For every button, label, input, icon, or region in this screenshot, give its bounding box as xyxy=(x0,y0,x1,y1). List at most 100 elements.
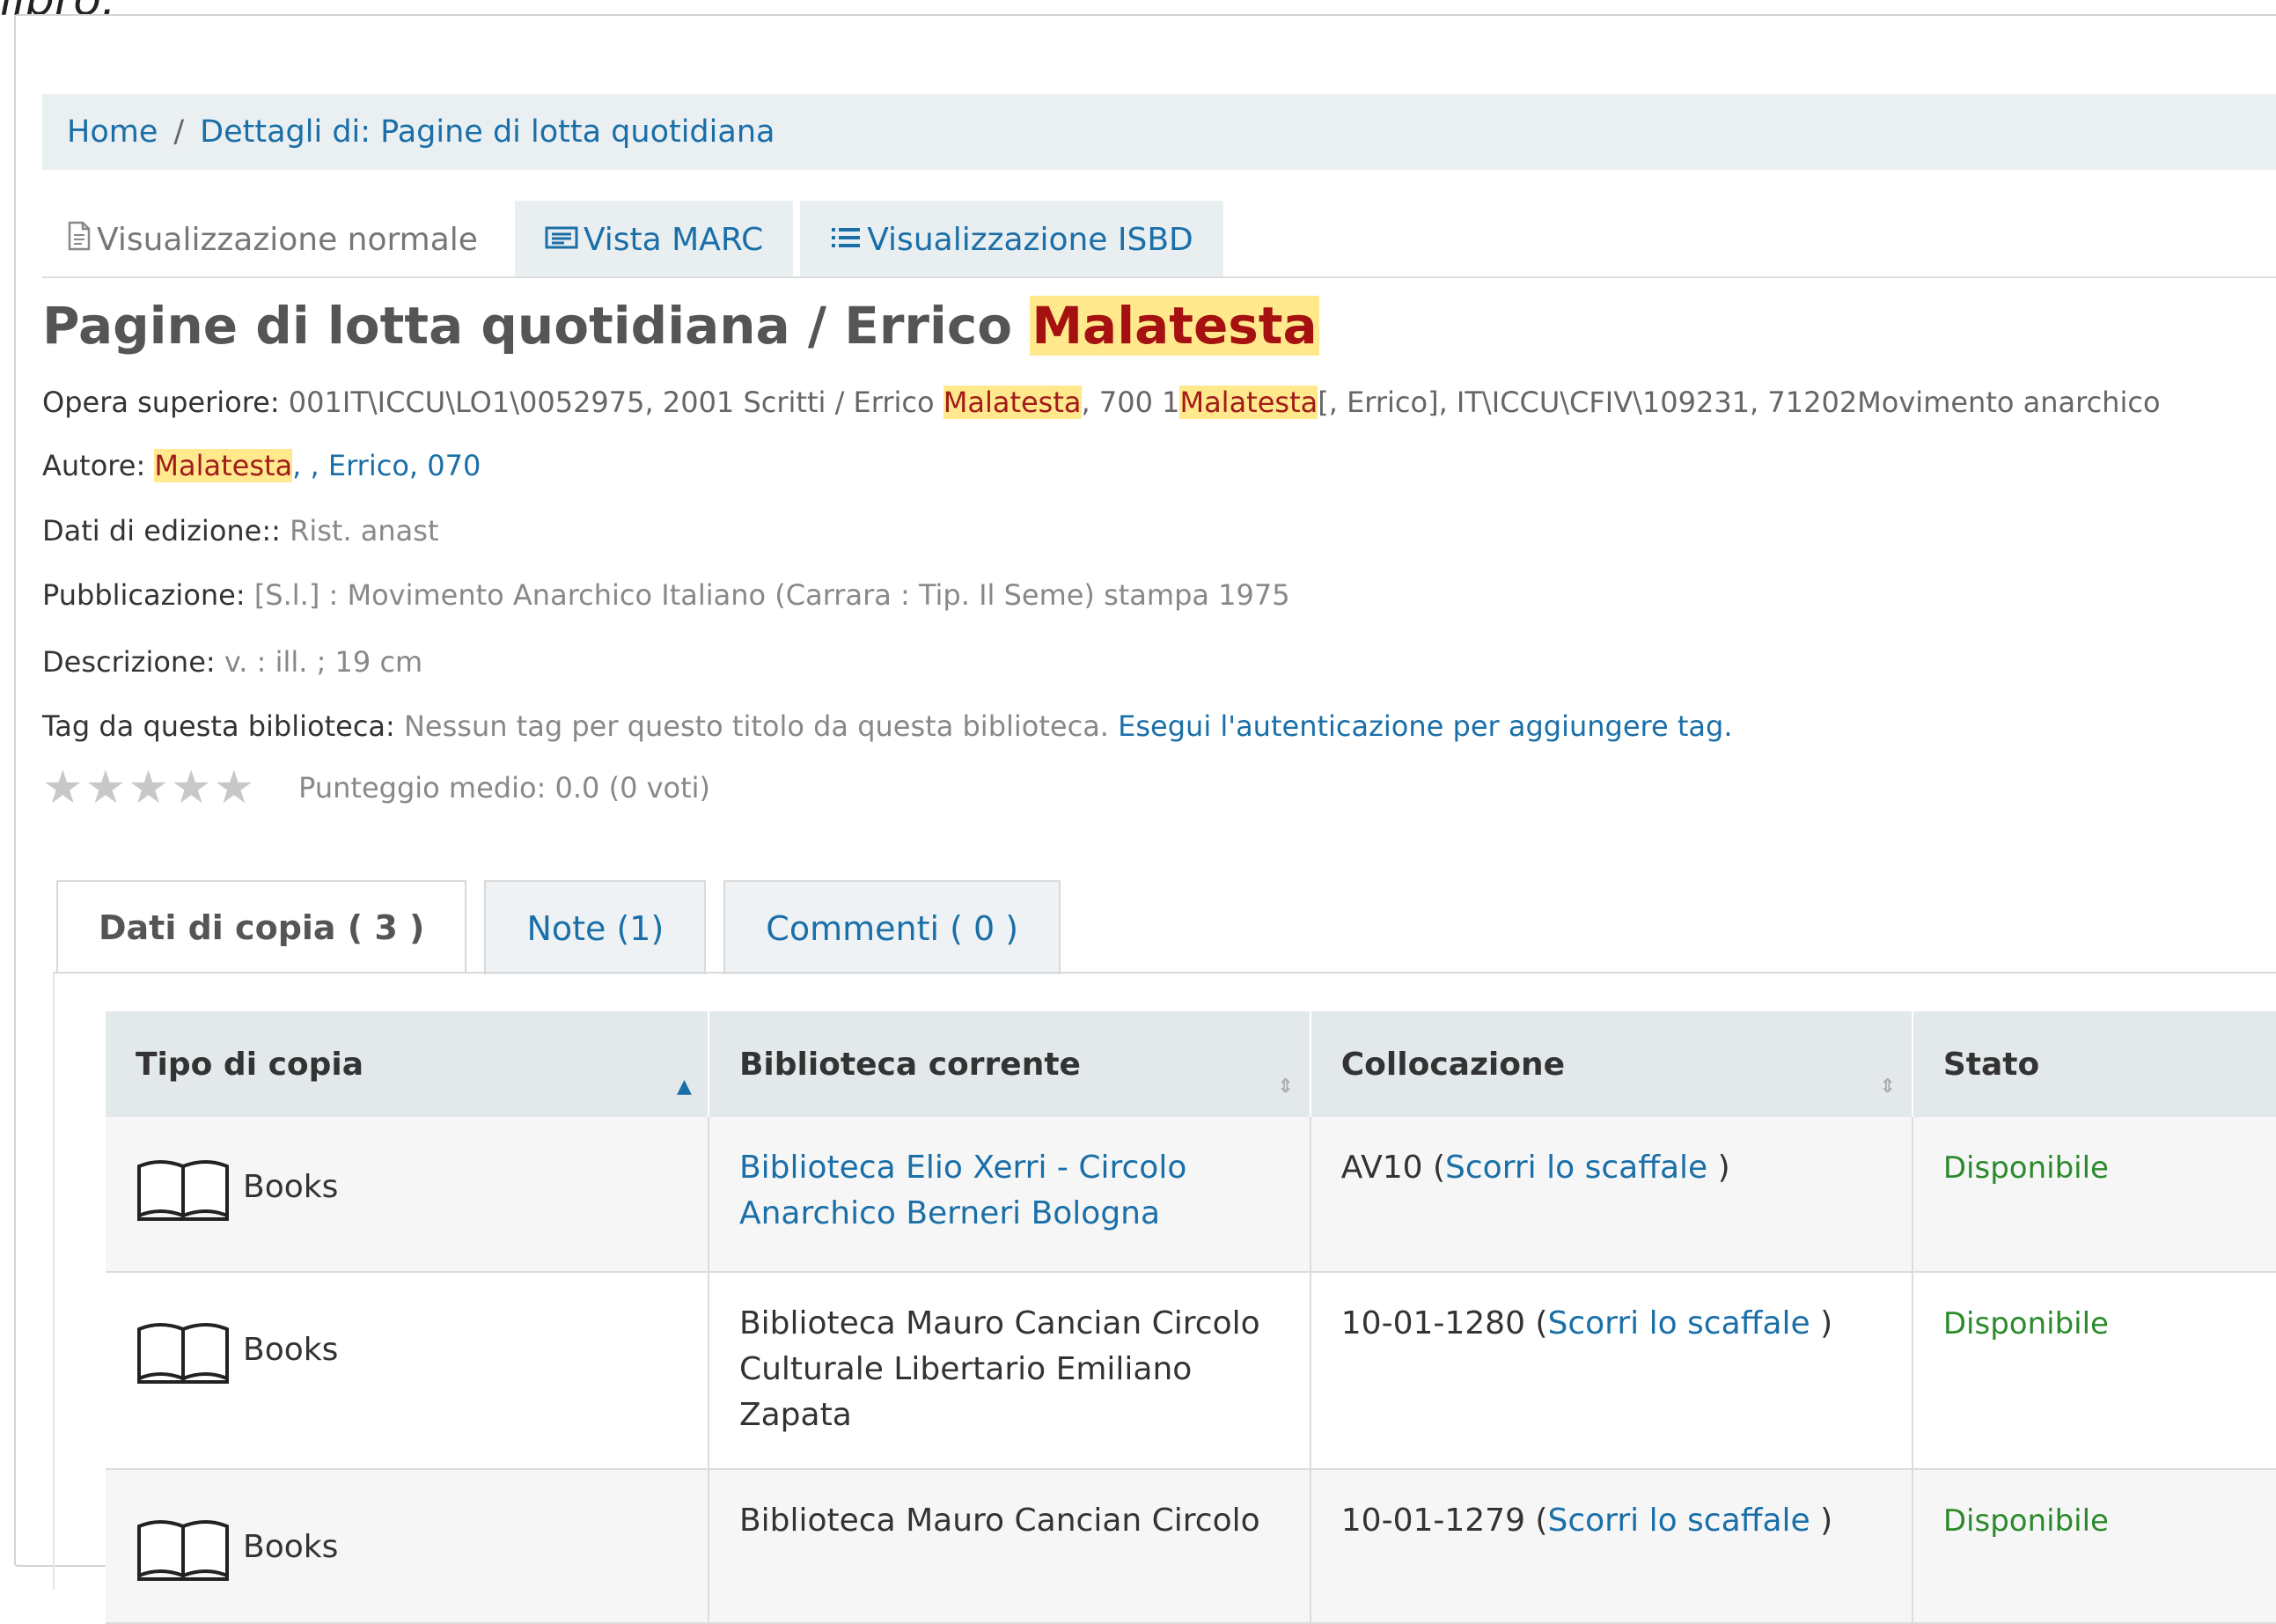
status-text: Disponibile xyxy=(1942,1503,2109,1539)
callnumber-text: AV10 xyxy=(1340,1150,1423,1186)
descrizione-label: Descrizione: xyxy=(42,645,216,679)
autore-label: Autore: xyxy=(42,449,146,482)
table-header-row: Tipo di copia ▲ Biblioteca corrente ⇕ Coll… xyxy=(106,1011,2276,1117)
column-header-library[interactable]: Biblioteca corrente ⇕ xyxy=(708,1011,1311,1117)
star-icon-4[interactable]: ★ xyxy=(171,761,212,814)
browse-shelf-link[interactable]: Scorri lo scaffale xyxy=(1547,1503,1810,1539)
breadcrumb-separator: / xyxy=(173,114,185,150)
opera-label: Opera superiore: xyxy=(42,386,280,419)
column-header-label: Collocazione xyxy=(1340,1046,1566,1083)
book-icon xyxy=(137,1323,229,1384)
library-text: Biblioteca Mauro Cancian Circolo Cultura… xyxy=(738,1305,1260,1433)
table-row: Books Biblioteca Mauro Cancian Circolo 1… xyxy=(106,1469,2276,1624)
column-header-label: Biblioteca corrente xyxy=(738,1046,1081,1083)
callnumber-cell: AV10 (Scorri lo scaffale ) xyxy=(1310,1117,1913,1273)
column-header-callnumber[interactable]: Collocazione ⇕ xyxy=(1310,1011,1913,1117)
autore-row: Autore: Malatesta, , Errico, 070 xyxy=(42,449,481,482)
library-cell: Biblioteca Elio Xerri - Circolo Anarchic… xyxy=(708,1117,1311,1273)
tag-label: Tag da questa biblioteca: xyxy=(42,709,395,743)
view-tabs: Visualizzazione normale Vista MARC Visua… xyxy=(42,201,1223,278)
tab-normal-view-label: Visualizzazione normale xyxy=(97,221,478,258)
tab-marc-view[interactable]: Vista MARC xyxy=(514,201,794,278)
holdings-table: Tipo di copia ▲ Biblioteca corrente ⇕ Coll… xyxy=(106,1011,2276,1624)
autore-highlight: Malatesta xyxy=(154,449,293,482)
library-cell: Biblioteca Mauro Cancian Circolo Cultura… xyxy=(708,1272,1311,1470)
star-icon-5[interactable]: ★ xyxy=(214,761,255,814)
tag-value: Nessun tag per questo titolo da questa b… xyxy=(394,709,1119,743)
opera-highlight-2: Malatesta xyxy=(1179,386,1318,419)
callnumber-text: 10-01-1280 xyxy=(1340,1305,1525,1341)
tab-isbd-view[interactable]: Visualizzazione ISBD xyxy=(800,201,1223,278)
tab-comments[interactable]: Commenti ( 0 ) xyxy=(723,880,1061,974)
item-type-label: Books xyxy=(243,1169,339,1205)
star-icon-2[interactable]: ★ xyxy=(85,761,127,814)
item-type-label: Books xyxy=(243,1332,339,1368)
breadcrumb-home-link[interactable]: Home xyxy=(67,114,158,150)
status-cell: Disponibile xyxy=(1912,1469,2276,1624)
breadcrumb: Home / Dettagli di: Pagine di lotta quot… xyxy=(42,94,2276,170)
tab-marc-view-label: Vista MARC xyxy=(583,221,764,258)
book-icon xyxy=(137,1160,229,1221)
detail-tabs: Dati di copia ( 3 ) Note (1) Commenti ( … xyxy=(56,880,1078,974)
tab-notes[interactable]: Note (1) xyxy=(484,880,707,974)
callnumber-cell: 10-01-1280 (Scorri lo scaffale ) xyxy=(1310,1272,1913,1470)
tag-row: Tag da questa biblioteca: Nessun tag per… xyxy=(42,709,1732,743)
item-type-cell: Books xyxy=(106,1117,709,1273)
pubblicazione-value: [S.l.] : Movimento Anarchico Italiano (C… xyxy=(245,578,1290,612)
edizione-label: Dati di edizione:: xyxy=(42,514,281,547)
marc-card-icon xyxy=(545,222,578,258)
average-rating-text: Punteggio medio: 0.0 (0 voti) xyxy=(298,771,711,805)
item-type-label: Books xyxy=(243,1529,339,1565)
browse-shelf-link[interactable]: Scorri lo scaffale xyxy=(1445,1150,1707,1186)
table-row: Books Biblioteca Elio Xerri - Circolo An… xyxy=(106,1117,2276,1273)
title-highlight: Malatesta xyxy=(1030,296,1319,356)
login-to-tag-link[interactable]: Esegui l'autenticazione per aggiungere t… xyxy=(1118,709,1732,743)
tab-holdings[interactable]: Dati di copia ( 3 ) xyxy=(56,880,467,974)
status-text: Disponibile xyxy=(1942,1150,2109,1186)
book-icon xyxy=(137,1520,229,1581)
sort-ascending-icon: ▲ xyxy=(677,1076,692,1098)
sort-icon: ⇕ xyxy=(1277,1076,1294,1098)
opera-part3: [, Errico], IT\ICCU\CFIV\109231, 71202Mo… xyxy=(1318,386,2161,419)
descrizione-value: v. : ill. ; 19 cm xyxy=(215,645,423,679)
opera-part2: , 700 1 xyxy=(1081,386,1180,419)
tab-isbd-view-label: Visualizzazione ISBD xyxy=(867,221,1193,258)
sort-icon: ⇕ xyxy=(1879,1076,1896,1098)
star-icon-3[interactable]: ★ xyxy=(128,761,169,814)
status-cell: Disponibile xyxy=(1912,1272,2276,1470)
tab-divider xyxy=(42,276,2276,278)
item-type-cell: Books xyxy=(106,1469,709,1624)
pubblicazione-label: Pubblicazione: xyxy=(42,578,246,612)
library-link[interactable]: Biblioteca Elio Xerri - Circolo Anarchic… xyxy=(739,1150,1186,1231)
status-text: Disponibile xyxy=(1942,1306,2109,1341)
column-header-status[interactable]: Stato xyxy=(1912,1011,2276,1117)
autore-rest: , , Errico, 070 xyxy=(292,449,481,482)
title-text: Pagine di lotta quotidiana / Errico xyxy=(42,296,1031,356)
list-icon xyxy=(830,222,862,258)
opera-highlight-1: Malatesta xyxy=(943,386,1082,419)
column-header-label: Stato xyxy=(1942,1046,2040,1083)
opera-superiore-row: Opera superiore: 001IT\ICCU\LO1\0052975,… xyxy=(42,386,2161,419)
item-type-wrap: Books xyxy=(136,1154,338,1221)
item-type-cell: Books xyxy=(106,1272,709,1470)
library-cell: Biblioteca Mauro Cancian Circolo xyxy=(708,1469,1311,1624)
column-header-item-type[interactable]: Tipo di copia ▲ xyxy=(106,1011,709,1117)
page-title: Pagine di lotta quotidiana / Errico Mala… xyxy=(42,290,1319,361)
library-text: Biblioteca Mauro Cancian Circolo xyxy=(738,1503,1260,1539)
edizione-row: Dati di edizione:: Rist. anast xyxy=(42,514,439,547)
item-type-wrap: Books xyxy=(136,1514,338,1581)
star-rating: ★ ★ ★ ★ ★ Punteggio medio: 0.0 (0 voti) xyxy=(42,761,710,814)
opera-part1: 001IT\ICCU\LO1\0052975, 2001 Scritti / E… xyxy=(279,386,943,419)
breadcrumb-current-link[interactable]: Dettagli di: Pagine di lotta quotidiana xyxy=(200,114,775,150)
browse-shelf-link[interactable]: Scorri lo scaffale xyxy=(1547,1305,1810,1341)
status-cell: Disponibile xyxy=(1912,1117,2276,1273)
edizione-value: Rist. anast xyxy=(280,514,439,547)
star-icon-1[interactable]: ★ xyxy=(42,761,84,814)
autore-link[interactable]: Malatesta, , Errico, 070 xyxy=(154,449,481,482)
tab-normal-view[interactable]: Visualizzazione normale xyxy=(42,201,508,278)
callnumber-text: 10-01-1279 xyxy=(1340,1503,1525,1539)
document-icon xyxy=(67,221,92,259)
pubblicazione-row: Pubblicazione: [S.l.] : Movimento Anarch… xyxy=(42,578,1290,612)
table-row: Books Biblioteca Mauro Cancian Circolo C… xyxy=(106,1272,2276,1470)
item-type-wrap: Books xyxy=(136,1317,338,1384)
